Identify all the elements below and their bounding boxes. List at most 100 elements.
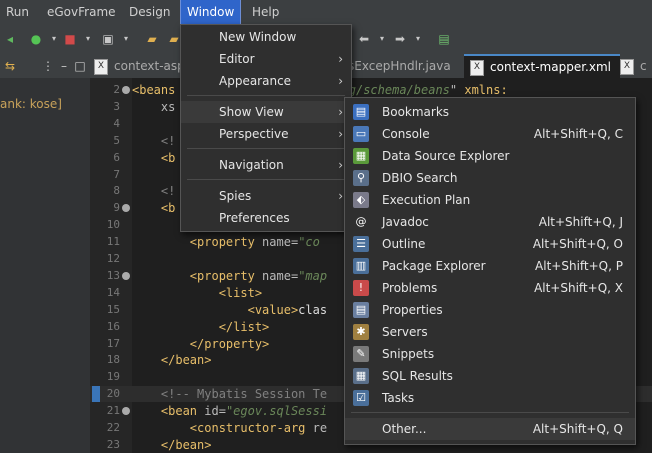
dropdown-icon[interactable]: ▾ — [118, 31, 134, 47]
menu-item-snippets[interactable]: ✎ Snippets — [345, 343, 635, 365]
build-icon[interactable]: ▣ — [100, 31, 116, 47]
menu-help[interactable]: Help — [246, 0, 285, 24]
menu-item-servers[interactable]: ✱ Servers — [345, 321, 635, 343]
menu-item-package-explorer[interactable]: ▥ Package Explorer Alt+Shift+Q, P — [345, 255, 635, 277]
problems-icon: ! — [353, 280, 369, 296]
menu-item-dbio-search[interactable]: ⚲ DBIO Search — [345, 167, 635, 189]
line-number: 11 — [106, 235, 120, 249]
menu-item-tasks[interactable]: ☑ Tasks — [345, 387, 635, 409]
menu-item-label: Tasks — [382, 391, 415, 405]
menu-item-bookmarks[interactable]: ▤ Bookmarks — [345, 101, 635, 123]
menu-item-data-source-explorer[interactable]: ▦ Data Source Explorer — [345, 145, 635, 167]
dropdown-icon[interactable]: ▾ — [80, 31, 96, 47]
window-menu: New Window Editor › Appearance › Show View… — [180, 24, 352, 232]
menu-item-appearance[interactable]: Appearance › — [181, 70, 351, 92]
back-arrow-icon[interactable]: ⬅ — [356, 31, 372, 47]
line-number: 19 — [106, 370, 120, 384]
forward-arrow-icon[interactable]: ➡ — [392, 31, 408, 47]
line-number: 3 — [113, 99, 120, 113]
console-icon: ▭ — [353, 126, 369, 142]
menu-item-sql-results[interactable]: ▦ SQL Results — [345, 365, 635, 387]
menu-item-outline[interactable]: ☰ Outline Alt+Shift+Q, O — [345, 233, 635, 255]
menu-item-editor[interactable]: Editor › — [181, 48, 351, 70]
menu-item-properties[interactable]: ▤ Properties — [345, 299, 635, 321]
maximize-icon[interactable]: □ — [72, 58, 88, 74]
code-token: <!-- Mybatis Session Te — [132, 387, 328, 402]
menu-item-shortcut: Alt+Shift+Q, C — [533, 127, 623, 141]
code-token: </bean> — [132, 437, 212, 452]
tab-context-aspect[interactable]: Xcontext-aspect — [94, 54, 180, 78]
menu-item-other[interactable]: Other... Alt+Shift+Q, Q — [345, 418, 635, 440]
fold-toggle-icon[interactable] — [122, 204, 130, 213]
menu-item-new-window[interactable]: New Window — [181, 26, 351, 48]
dropdown-icon[interactable]: ▾ — [374, 31, 390, 47]
menu-item-label: Data Source Explorer — [382, 149, 510, 163]
left-panel-toolbar: ⇆ ⋮ – □ — [0, 54, 90, 78]
menu-item-label: Execution Plan — [382, 193, 471, 207]
menu-item-show-view[interactable]: Show View › — [181, 101, 351, 123]
code-text: <! — [132, 183, 175, 199]
dropdown-icon[interactable]: ▾ — [410, 31, 426, 47]
left-panel-text: ank: kose] — [0, 97, 62, 111]
menu-item-problems[interactable]: ! Problems Alt+Shift+Q, X — [345, 277, 635, 299]
code-text: <constructor-arg re — [132, 420, 327, 436]
line-number: 6 — [113, 150, 120, 164]
line-number: 22 — [106, 421, 120, 434]
fold-toggle-icon[interactable] — [122, 407, 130, 416]
code-text: </bean> — [132, 437, 212, 453]
view-menu-icon[interactable]: ⋮ — [40, 58, 56, 74]
perspective-icon[interactable]: ▤ — [436, 31, 452, 47]
code-text: </property> — [132, 336, 269, 352]
xml-file-icon: X — [94, 58, 108, 75]
tab-context-mapper[interactable]: Xcontext-mapper.xml × — [464, 54, 620, 78]
sync-icon[interactable]: ⇆ — [2, 58, 18, 74]
minimize-icon[interactable]: – — [56, 58, 72, 74]
fold-toggle-icon[interactable] — [122, 86, 130, 94]
xml-file-icon: X — [470, 59, 484, 76]
menu-window[interactable]: Window — [179, 0, 242, 25]
menu-item-execution-plan[interactable]: ⬖ Execution Plan — [345, 189, 635, 211]
data-source-explorer-icon: ▦ — [353, 148, 369, 164]
line-number: 21 — [106, 404, 120, 418]
run-debug-icon[interactable]: ◂ — [2, 31, 18, 47]
menu-egovframe[interactable]: eGovFrame — [41, 0, 122, 24]
code-token: <beans — [132, 83, 176, 97]
servers-icon: ✱ — [353, 324, 369, 340]
menu-item-javadoc[interactable]: @ Javadoc Alt+Shift+Q, J — [345, 211, 635, 233]
menu-item-perspective[interactable]: Perspective › — [181, 123, 351, 145]
line-number: 7 — [113, 167, 120, 181]
line-number: 17 — [106, 336, 120, 350]
code-token: </list> — [132, 319, 270, 334]
code-token: <list> — [132, 285, 263, 300]
menu-item-label: Javadoc — [382, 215, 429, 229]
menu-item-spies[interactable]: Spies › — [181, 185, 351, 207]
menu-run[interactable]: Run — [0, 0, 35, 24]
menu-separator — [351, 412, 629, 413]
run-icon[interactable]: ● — [28, 31, 44, 47]
menu-design[interactable]: Design — [123, 0, 176, 24]
code-text: </bean> — [132, 352, 212, 368]
menu-item-preferences[interactable]: Preferences — [181, 207, 351, 229]
menu-item-navigation[interactable]: Navigation › — [181, 154, 351, 176]
menu-item-label: Problems — [382, 281, 438, 295]
fold-toggle-icon[interactable] — [122, 271, 130, 280]
line-number: 23 — [106, 437, 120, 451]
menu-item-label: DBIO Search — [382, 171, 458, 185]
line-number: 8 — [113, 184, 120, 198]
change-marker — [92, 386, 100, 403]
menu-item-label: Bookmarks — [382, 105, 450, 119]
open-folder-icon[interactable]: ▰ — [144, 31, 160, 47]
code-text: <property name="map — [132, 268, 327, 284]
line-number: 20 — [106, 387, 120, 401]
code-token: <value> — [132, 302, 299, 317]
menu-item-console[interactable]: ▭ Console Alt+Shift+Q, C — [345, 123, 635, 145]
tab-overflow[interactable]: Xc — [620, 54, 652, 78]
javadoc-icon: @ — [355, 215, 367, 228]
submenu-arrow-icon: › — [338, 105, 343, 119]
submenu-arrow-icon: › — [338, 52, 343, 66]
menu-item-label: Outline — [382, 237, 426, 251]
stop-icon[interactable]: ■ — [62, 31, 78, 47]
tab-excep-handler[interactable]: sExcepHndlr.java — [348, 54, 458, 78]
dropdown-icon[interactable]: ▾ — [46, 31, 62, 47]
code-line[interactable]: 2<beans xmlns="ringframework.org/schema/… — [90, 82, 652, 98]
